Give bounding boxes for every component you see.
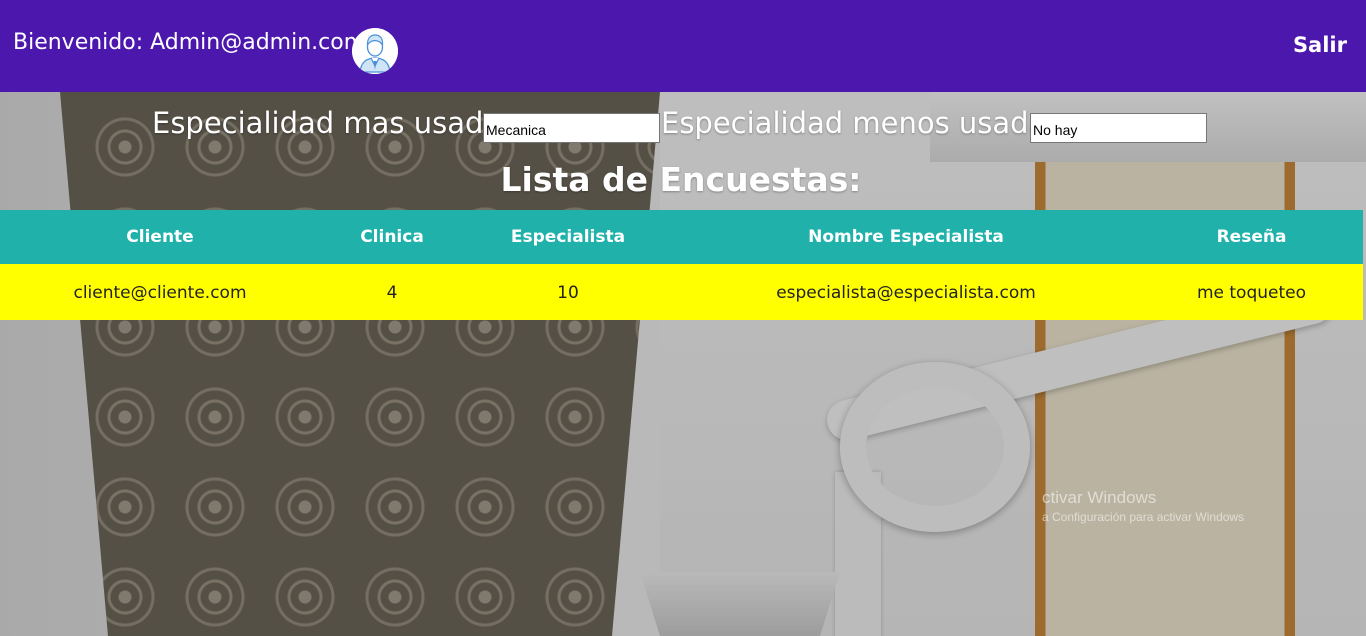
cell-nombre-especialista: especialista@especialista.com [776,283,1036,304]
cell-cliente: cliente@cliente.com [73,283,247,304]
top-bar: Bienvenido: Admin@admin.com Salir [0,0,1366,92]
most-used-specialty-field[interactable] [483,113,660,143]
least-used-specialty-field[interactable] [1030,113,1207,143]
welcome-text: Bienvenido: Admin@admin.com [13,30,366,55]
table-row: cliente@cliente.com 4 10 especialista@es… [0,265,1363,320]
column-header-cliente: Cliente [126,226,194,247]
column-header-resena: Reseña [1216,226,1287,247]
column-header-especialista: Especialista [510,226,626,247]
column-header-nombre-especialista: Nombre Especialista [808,226,1004,247]
most-used-specialty-label: Especialidad mas usada [152,106,502,140]
cell-clinica: 4 [386,283,398,304]
logout-link[interactable]: Salir [1293,30,1347,60]
table-header-row: Cliente Clinica Especialista Nombre Espe… [0,210,1363,265]
user-avatar-icon [352,28,398,74]
survey-table: Cliente Clinica Especialista Nombre Espe… [0,210,1363,320]
least-used-specialty-label: Especialidad menos usada [661,106,1047,140]
cell-especialista: 10 [557,283,579,304]
cell-resena: me toqueteo [1196,283,1307,304]
column-header-clinica: Clinica [360,226,424,247]
survey-list-title: Lista de Encuestas: [500,160,862,199]
activation-watermark: ctivar Windows a Configuración para acti… [1042,488,1245,524]
